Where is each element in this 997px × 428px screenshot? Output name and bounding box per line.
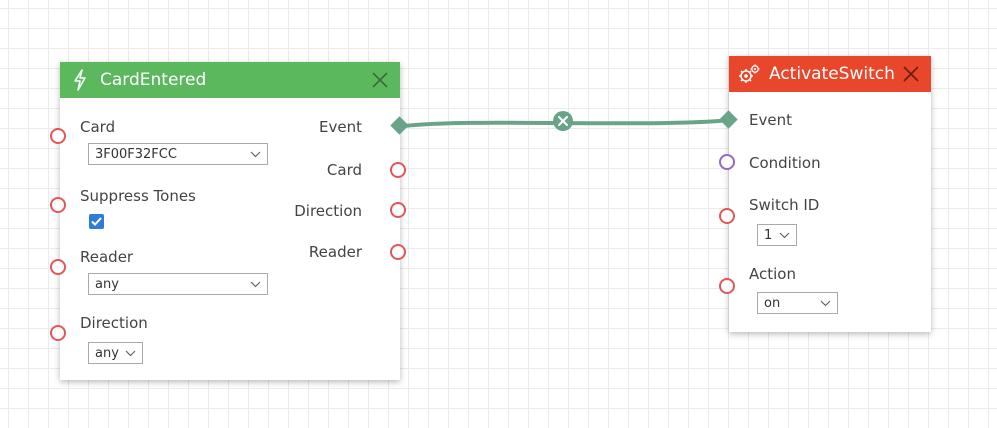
reader-input-port[interactable] bbox=[50, 259, 66, 275]
lightning-icon bbox=[68, 68, 92, 92]
card-entered-node[interactable]: CardEntered Card 3F00F32FCC Suppress Ton… bbox=[50, 62, 409, 380]
action-dropdown[interactable]: on bbox=[757, 292, 838, 314]
activate-switch-node[interactable]: ActivateSwitch Event Condition Switch ID… bbox=[719, 56, 931, 332]
node-title: ActivateSwitch bbox=[769, 64, 895, 84]
direction-input-port[interactable] bbox=[50, 325, 66, 341]
suppress-tones-checkbox[interactable] bbox=[89, 214, 104, 229]
card-output-label: Card bbox=[326, 161, 362, 179]
chevron-down-icon bbox=[778, 231, 790, 239]
reader-dropdown[interactable]: any bbox=[88, 273, 268, 295]
condition-input-port[interactable] bbox=[719, 154, 735, 170]
card-dropdown[interactable]: 3F00F32FCC bbox=[88, 143, 268, 165]
chevron-down-icon bbox=[819, 299, 831, 307]
direction-output-label: Direction bbox=[294, 202, 362, 220]
close-node-button[interactable] bbox=[901, 64, 921, 84]
chevron-down-icon bbox=[124, 349, 136, 357]
switch-id-value: 1 bbox=[764, 227, 773, 243]
reader-label: Reader bbox=[80, 248, 134, 266]
card-entered-header[interactable]: CardEntered bbox=[60, 62, 400, 98]
action-input-port[interactable] bbox=[719, 278, 735, 294]
direction-dropdown[interactable]: any bbox=[88, 342, 143, 364]
close-icon bbox=[903, 66, 919, 82]
suppress-tones-label: Suppress Tones bbox=[80, 187, 196, 205]
node-title: CardEntered bbox=[100, 70, 207, 90]
suppress-tones-input-port[interactable] bbox=[50, 197, 66, 213]
flow-canvas[interactable]: CardEntered Card 3F00F32FCC Suppress Ton… bbox=[0, 0, 997, 428]
reader-output-label: Reader bbox=[308, 243, 362, 261]
card-input-port[interactable] bbox=[50, 128, 66, 144]
switch-id-label: Switch ID bbox=[749, 196, 820, 214]
direction-label: Direction bbox=[80, 314, 148, 332]
action-value: on bbox=[764, 295, 781, 311]
event-output-label: Event bbox=[319, 118, 362, 136]
reader-output-port[interactable] bbox=[390, 244, 406, 260]
direction-output-port[interactable] bbox=[390, 202, 406, 218]
close-node-button[interactable] bbox=[370, 70, 390, 90]
checkmark-icon bbox=[91, 217, 102, 226]
event-input-label: Event bbox=[749, 111, 792, 129]
switch-id-input-port[interactable] bbox=[719, 208, 735, 224]
direction-value: any bbox=[95, 345, 119, 361]
chevron-down-icon bbox=[249, 150, 261, 158]
close-icon bbox=[372, 72, 388, 88]
chevron-down-icon bbox=[249, 280, 261, 288]
close-icon bbox=[558, 116, 568, 126]
gears-icon bbox=[737, 62, 761, 86]
connection-delete-button[interactable] bbox=[553, 111, 573, 131]
card-label: Card bbox=[80, 118, 116, 136]
switch-id-dropdown[interactable]: 1 bbox=[757, 224, 797, 246]
activate-switch-header[interactable]: ActivateSwitch bbox=[729, 56, 931, 92]
reader-value: any bbox=[95, 276, 119, 292]
condition-label: Condition bbox=[749, 154, 821, 172]
action-label: Action bbox=[749, 265, 796, 283]
card-value: 3F00F32FCC bbox=[95, 146, 177, 162]
card-output-port[interactable] bbox=[390, 162, 406, 178]
